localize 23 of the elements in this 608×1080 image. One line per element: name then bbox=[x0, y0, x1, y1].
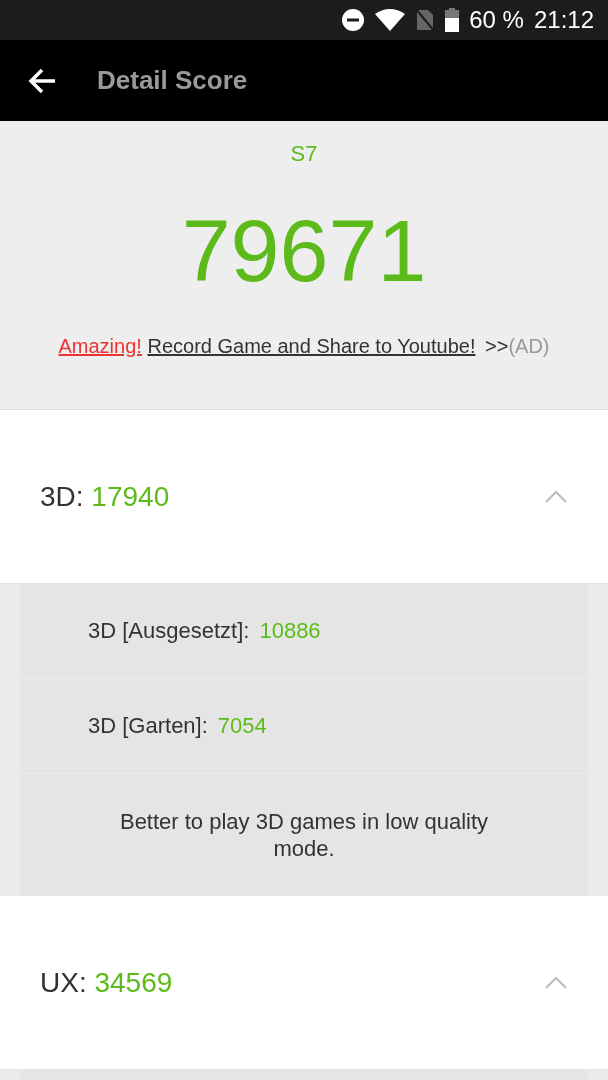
promo-link[interactable]: Record Game and Share to Youtube! bbox=[147, 335, 476, 357]
device-name: S7 bbox=[290, 141, 318, 167]
battery-percent: 60 % bbox=[469, 6, 524, 34]
clock: 21:12 bbox=[533, 6, 594, 34]
no-sim-icon bbox=[415, 8, 436, 32]
section-label: 3D: 17940 bbox=[40, 480, 170, 513]
total-score: 79671 bbox=[181, 207, 427, 295]
sub-score-label: 3D [Garten]: bbox=[88, 713, 208, 739]
chevron-up-icon bbox=[544, 489, 568, 504]
more-arrows: >> bbox=[485, 335, 509, 357]
promo-link[interactable]: Amazing! bbox=[58, 335, 142, 357]
tip-text: Better to play 3D games in low quality mode. bbox=[118, 808, 490, 862]
wifi-icon bbox=[375, 9, 406, 31]
do-not-disturb-icon bbox=[341, 8, 366, 32]
sub-score-label: 3D [Ausgesetzt]: bbox=[88, 618, 250, 644]
back-arrow-icon bbox=[27, 66, 57, 95]
screen-title: Detail Score bbox=[97, 65, 248, 96]
chevron-up-icon bbox=[544, 975, 568, 990]
sub-score-value: 10886 bbox=[259, 618, 321, 644]
section-label: UX: 34569 bbox=[40, 966, 173, 999]
ad-label: (AD) bbox=[508, 335, 550, 357]
sub-score-value: 7054 bbox=[217, 713, 267, 739]
battery-icon bbox=[445, 8, 460, 32]
